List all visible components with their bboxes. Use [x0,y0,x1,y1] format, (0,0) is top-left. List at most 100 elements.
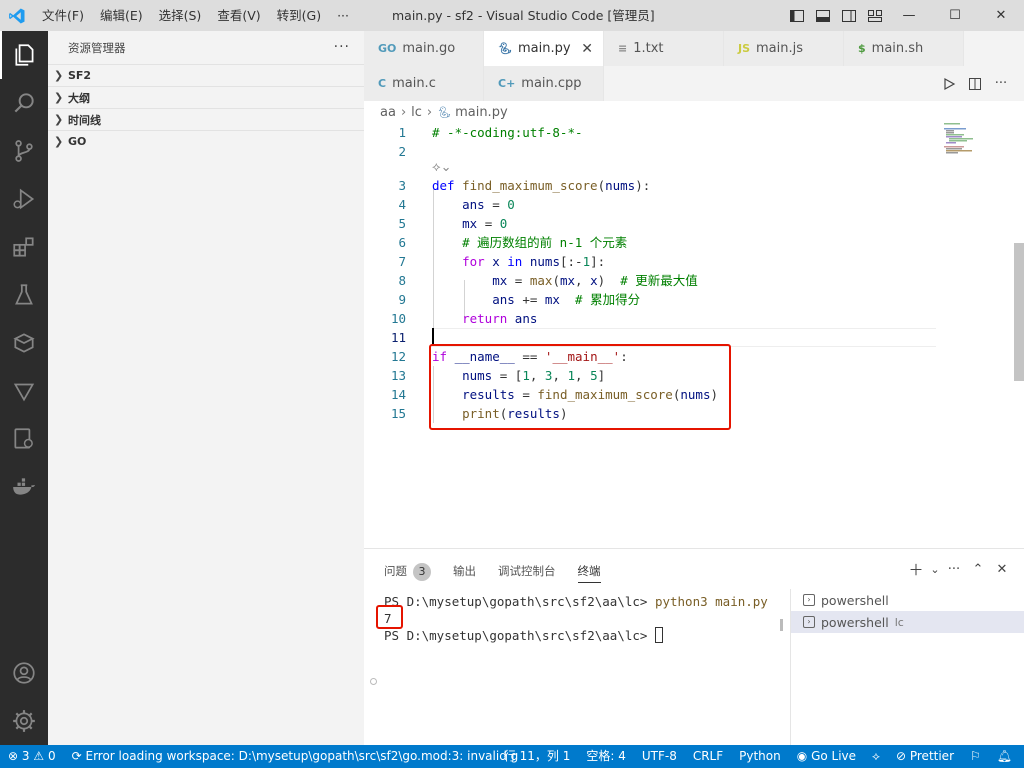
minimap[interactable] [942,123,1002,183]
code-line: 1 # -*-coding:utf-8-*- [364,123,1004,142]
tab-main-go[interactable]: GO main.go [364,31,484,66]
tab-main-js[interactable]: JS main.js [724,31,844,66]
run-python-file-icon[interactable] [936,71,962,97]
breadcrumb-file[interactable]: main.py [455,105,508,120]
line-number: 14 [390,387,406,402]
editor-scrollbar[interactable] [1014,123,1024,548]
tab-terminal[interactable]: 终端 [577,549,601,593]
terminal-prompt: PS D:\mysetup\gopath\src\sf2\aa\lc> [384,594,655,609]
terminal-scrollbar[interactable] [780,619,783,631]
copilot-icon[interactable]: ⟡⌄ [432,160,452,175]
broadcast-icon: ◉ [796,749,808,763]
copilot-icon[interactable] [0,319,48,367]
section-go[interactable]: ❯ GO [48,130,364,152]
cursor-position[interactable]: 行 11，列 1 [496,745,579,768]
code-text: mx = 0 [462,216,508,231]
code-editor[interactable]: ⟡⌄ 1 # -*-coding:utf-8-*- 2 3 def find_max… [364,123,1024,548]
menu-selection[interactable]: 选择(S) [151,0,210,31]
terminal-list-item[interactable]: › powershell lc [791,611,1024,633]
terminal-cwd: lc [894,615,904,629]
run-debug-icon[interactable] [0,175,48,223]
toggle-secondary-sidebar-icon[interactable] [836,0,862,31]
menu-more[interactable]: ··· [329,0,357,31]
chevron-right-icon: ❯ [54,69,64,82]
encoding[interactable]: UTF-8 [634,745,685,768]
terminal-name: powershell [821,614,889,630]
terminal[interactable]: PS D:\mysetup\gopath\src\sf2\aa\lc> pyth… [364,593,790,743]
language-mode[interactable]: Python [731,745,789,768]
section-timeline[interactable]: ❯ 时间线 [48,108,364,130]
chevron-right-icon: › [426,104,433,120]
menu-file[interactable]: 文件(F) [34,0,92,31]
scrollbar-thumb[interactable] [1014,243,1024,381]
breadcrumb-lc[interactable]: lc [411,105,422,120]
source-control-icon[interactable] [0,127,48,175]
workspace-message[interactable]: ⟳ Error loading workspace: D:\mysetup\go… [64,745,527,768]
new-terminal-icon[interactable]: ＋ [904,559,928,580]
menu-go[interactable]: 转到(G) [269,0,329,31]
breadcrumb-aa[interactable]: aa [380,105,396,120]
section-outline[interactable]: ❯ 大纲 [48,86,364,108]
explorer-icon[interactable] [0,31,48,79]
account-icon[interactable] [0,649,48,697]
line-number: 9 [398,292,406,307]
problems-status[interactable]: ⊗ 3 ⚠ 0 [0,745,64,768]
line-number: 15 [390,406,406,421]
text-file-icon: ≡ [618,42,628,55]
toggle-primary-sidebar-icon[interactable] [784,0,810,31]
code-line: 10 return ans [364,309,1004,328]
section-sf2[interactable]: ❯ SF2 [48,64,364,86]
search-icon[interactable] [0,79,48,127]
code-text: for x in nums[:-1]: [462,254,606,269]
more-actions-icon[interactable]: ··· [988,71,1014,97]
split-editor-icon[interactable] [962,71,988,97]
line-number: 7 [398,254,406,269]
terminal-list-item[interactable]: › powershell [791,589,1024,611]
line-number: 12 [390,349,406,364]
feedback-icon[interactable]: ⚐ [962,745,989,768]
chevron-down-icon[interactable]: ⌄ [928,563,942,576]
extensions-icon[interactable] [0,223,48,271]
menu-bar: 文件(F) 编辑(E) 选择(S) 查看(V) 转到(G) ··· [34,0,357,31]
tab-problems[interactable]: 问题 3 [384,549,431,593]
gitlens-icon[interactable] [0,367,48,415]
go-live-button[interactable]: ◉ Go Live [789,745,864,768]
tab-output[interactable]: 输出 [453,549,476,593]
notifications-bell-icon[interactable]: 🔔︎ [989,745,1020,768]
close-panel-icon[interactable]: ✕ [990,562,1014,577]
docker-icon[interactable] [0,463,48,511]
window-controls: — ☐ ✕ [886,0,1024,31]
sync-icon: ⟳ [71,749,82,763]
layout-controls [784,0,888,31]
customize-layout-icon[interactable] [862,0,888,31]
go-live-label: Go Live [811,749,857,763]
tab-1-txt[interactable]: ≡ 1.txt [604,31,724,66]
end-of-line[interactable]: CRLF [685,745,731,768]
settings-gear-icon[interactable] [0,697,48,745]
testing-icon[interactable] [0,271,48,319]
tab-main-sh[interactable]: $ main.sh [844,31,964,66]
maximize-panel-icon[interactable]: ⌃ [966,562,990,577]
tab-main-py[interactable]: 🐍︎ main.py ✕ [484,31,604,66]
sidebar-more-button[interactable]: ··· [334,39,350,55]
menu-edit[interactable]: 编辑(E) [92,0,151,31]
minimize-button[interactable]: — [886,0,932,31]
close-icon[interactable]: ✕ [581,41,593,57]
terminal-icon: › [803,616,815,628]
more-actions-icon[interactable]: ··· [942,562,966,577]
maximize-button[interactable]: ☐ [932,0,978,31]
tab-main-c[interactable]: Cmain.c [364,66,484,101]
menu-view[interactable]: 查看(V) [209,0,268,31]
close-button[interactable]: ✕ [978,0,1024,31]
tab-main-cpp[interactable]: C+ main.cpp [484,66,604,101]
toggle-panel-icon[interactable] [810,0,836,31]
copilot-status-icon[interactable]: ⟡ [864,745,888,768]
command-decoration-icon[interactable] [370,678,377,685]
prettier-status[interactable]: ⊘ Prettier [888,745,962,768]
tab-label: main.c [392,76,436,91]
indentation[interactable]: 空格: 4 [578,745,634,768]
terminal-prompt: PS D:\mysetup\gopath\src\sf2\aa\lc> [384,628,655,643]
warning-count: 0 [47,749,56,763]
tab-debug-console[interactable]: 调试控制台 [498,549,556,593]
remote-explorer-icon[interactable] [0,415,48,463]
